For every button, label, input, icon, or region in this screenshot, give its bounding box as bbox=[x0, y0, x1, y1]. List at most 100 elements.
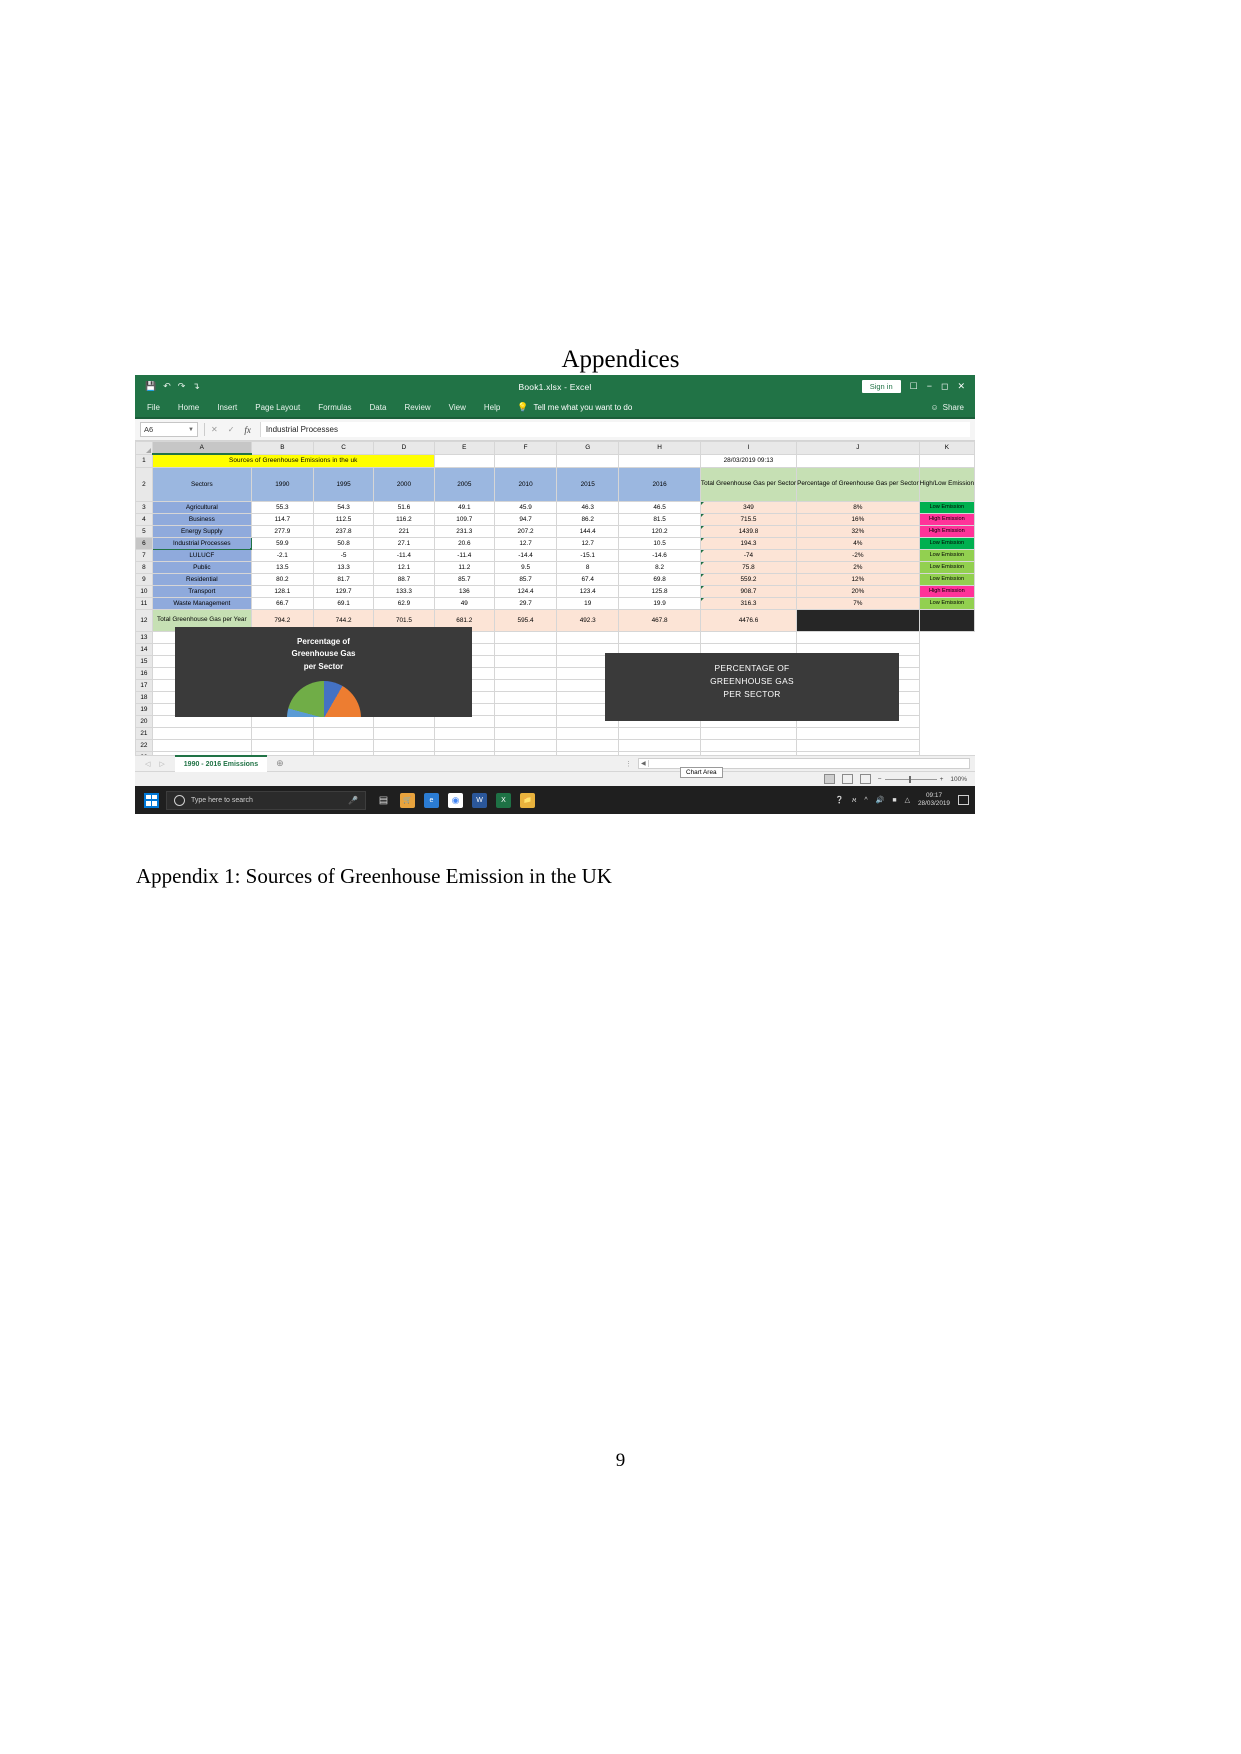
cell-3-y2[interactable]: 51.6 bbox=[373, 500, 435, 514]
insert-function-icon[interactable]: fx bbox=[244, 425, 251, 435]
empty-cell[interactable] bbox=[250, 726, 314, 740]
header-total-per-sector[interactable]: Total Greenhouse Gas per Sector bbox=[699, 466, 798, 502]
chevron-down-icon[interactable]: ▼ bbox=[188, 427, 194, 433]
cell-flag-9[interactable]: Low Emission bbox=[918, 572, 975, 586]
task-view-icon[interactable]: ▤ bbox=[376, 793, 391, 808]
cell-flag-4[interactable]: High Emission bbox=[918, 512, 975, 526]
status-bar-right[interactable]: − + 100% bbox=[823, 774, 975, 784]
cell-total-11[interactable]: 316.3 bbox=[699, 596, 798, 610]
cell-total-10[interactable]: 908.7 bbox=[699, 584, 798, 598]
scroll-grip-icon[interactable]: ⋮ bbox=[625, 760, 632, 768]
table-row[interactable]: 8 Public 13.5 13.3 12.1 11.2 9.5 8 8.2 75.8 2% Low … bbox=[135, 560, 975, 574]
cell-pct-5[interactable]: 32% bbox=[796, 524, 920, 538]
cell-3-y4[interactable]: 45.9 bbox=[493, 500, 558, 514]
cell-flag-8[interactable]: Low Emission bbox=[918, 560, 975, 574]
cell-g1[interactable] bbox=[556, 453, 620, 468]
total-2015[interactable]: 492.3 bbox=[556, 608, 620, 632]
ribbon-tab-data[interactable]: Data bbox=[361, 403, 396, 412]
cell-sector-9[interactable]: Residential bbox=[151, 572, 252, 586]
row-header-4[interactable]: 4 bbox=[135, 512, 153, 526]
header-percentage-per-sector[interactable]: Percentage of Greenhouse Gas per Sector bbox=[796, 466, 920, 502]
zoom-out-icon[interactable]: − bbox=[878, 776, 882, 783]
empty-cell[interactable] bbox=[699, 630, 798, 644]
column-header-a[interactable]: A bbox=[151, 441, 252, 455]
row-header-14[interactable]: 14 bbox=[135, 642, 153, 656]
column-header-f[interactable]: F bbox=[493, 441, 558, 455]
previous-sheet-icon[interactable]: ◁ bbox=[145, 760, 150, 768]
row-header-11[interactable]: 11 bbox=[135, 596, 153, 610]
cell-11-y3[interactable]: 49 bbox=[433, 596, 495, 610]
column-header-j[interactable]: J bbox=[796, 441, 920, 455]
cell-sector-4[interactable]: Business bbox=[151, 512, 252, 526]
sheet-tab-1990-2016-emissions[interactable]: 1990 - 2016 Emissions bbox=[174, 755, 268, 772]
cell-total-3[interactable]: 349 bbox=[699, 500, 798, 514]
taskbar-search-input[interactable]: Type here to search 🎤 bbox=[166, 790, 366, 810]
empty-cell[interactable] bbox=[796, 630, 920, 644]
table-row[interactable]: 4 Business 114.7 112.5 116.2 109.7 94.7 86.2 81.… bbox=[135, 512, 975, 526]
empty-cell[interactable] bbox=[493, 654, 558, 668]
row-header-16[interactable]: 16 bbox=[135, 666, 153, 680]
cell-6-y3[interactable]: 20.6 bbox=[433, 536, 495, 550]
data-rows-body[interactable]: 3 Agricultural 55.3 54.3 51.6 49.1 45.9 46.3 46.… bbox=[135, 500, 975, 610]
start-button-icon[interactable] bbox=[144, 792, 159, 808]
volume-icon[interactable]: 🔊 bbox=[876, 796, 885, 804]
ribbon-tab-file[interactable]: File bbox=[135, 403, 169, 412]
empty-cell[interactable] bbox=[556, 630, 620, 644]
cell-total-6[interactable]: 194.3 bbox=[699, 536, 798, 550]
header-1995[interactable]: 1995 bbox=[312, 466, 375, 502]
row-header-21[interactable]: 21 bbox=[135, 726, 153, 740]
cell-3-y6[interactable]: 46.5 bbox=[618, 500, 701, 514]
cell-8-y2[interactable]: 12.1 bbox=[373, 560, 435, 574]
zoom-knob[interactable] bbox=[908, 775, 911, 783]
cell-3-y1[interactable]: 54.3 bbox=[312, 500, 375, 514]
empty-cell[interactable] bbox=[699, 738, 798, 752]
cell-5-y2[interactable]: 221 bbox=[373, 524, 435, 538]
cell-pct-8[interactable]: 2% bbox=[796, 560, 920, 574]
cell-pct-10[interactable]: 20% bbox=[796, 584, 920, 598]
folder-icon[interactable]: 📁 bbox=[520, 792, 535, 808]
cell-9-y0[interactable]: 80.2 bbox=[250, 572, 314, 586]
row-header-19[interactable]: 19 bbox=[135, 702, 153, 716]
select-all-corner[interactable] bbox=[135, 441, 153, 455]
cell-total-7[interactable]: -74 bbox=[699, 548, 798, 562]
cell-pct-9[interactable]: 12% bbox=[796, 572, 920, 586]
empty-cell[interactable] bbox=[493, 630, 558, 644]
cell-4-y1[interactable]: 112.5 bbox=[312, 512, 375, 526]
empty-cell[interactable] bbox=[493, 702, 558, 716]
enter-icon[interactable]: ✓ bbox=[228, 425, 235, 434]
zoom-track[interactable] bbox=[884, 775, 937, 783]
header-2005[interactable]: 2005 bbox=[433, 466, 495, 502]
empty-cell[interactable] bbox=[493, 678, 558, 692]
cell-total-4[interactable]: 715.5 bbox=[699, 512, 798, 526]
cell-9-y5[interactable]: 67.4 bbox=[556, 572, 620, 586]
cell-flag-7[interactable]: Low Emission bbox=[918, 548, 975, 562]
cell-pct-6[interactable]: 4% bbox=[796, 536, 920, 550]
cell-11-y2[interactable]: 62.9 bbox=[373, 596, 435, 610]
cell-6-y2[interactable]: 27.1 bbox=[373, 536, 435, 550]
table-row[interactable]: 1 Sources of Greenhouse Emissions in the… bbox=[135, 453, 975, 468]
keyboard-layout-icon[interactable]: א bbox=[852, 797, 856, 804]
row-header-9[interactable]: 9 bbox=[135, 572, 153, 586]
cell-10-y1[interactable]: 129.7 bbox=[312, 584, 375, 598]
row-header-13[interactable]: 13 bbox=[135, 630, 153, 644]
timestamp-cell[interactable]: 28/03/2019 09:13 bbox=[699, 453, 798, 468]
ribbon-tab-insert[interactable]: Insert bbox=[208, 403, 246, 412]
row-header-15[interactable]: 15 bbox=[135, 654, 153, 668]
pie-chart-right[interactable]: PERCENTAGE OF GREENHOUSE GAS PER SECTOR bbox=[605, 653, 899, 721]
cell-sector-3[interactable]: Agricultural bbox=[151, 500, 252, 514]
cell-flag-10[interactable]: High Emission bbox=[918, 584, 975, 598]
column-header-d[interactable]: D bbox=[373, 441, 435, 455]
cell-9-y2[interactable]: 88.7 bbox=[373, 572, 435, 586]
cell-5-y3[interactable]: 231.3 bbox=[433, 524, 495, 538]
empty-cell[interactable] bbox=[433, 726, 495, 740]
cell-11-y0[interactable]: 66.7 bbox=[250, 596, 314, 610]
header-2015[interactable]: 2015 bbox=[556, 466, 620, 502]
cell-6-y6[interactable]: 10.5 bbox=[618, 536, 701, 550]
cell-7-y1[interactable]: -5 bbox=[312, 548, 375, 562]
cell-9-y4[interactable]: 85.7 bbox=[493, 572, 558, 586]
column-header-g[interactable]: G bbox=[556, 441, 620, 455]
empty-cell[interactable] bbox=[556, 738, 620, 752]
zoom-level[interactable]: 100% bbox=[950, 776, 967, 783]
table-row[interactable]: 5 Energy Supply 277.9 237.8 221 231.3 207.2 144… bbox=[135, 524, 975, 538]
header-sectors[interactable]: Sectors bbox=[151, 466, 252, 502]
